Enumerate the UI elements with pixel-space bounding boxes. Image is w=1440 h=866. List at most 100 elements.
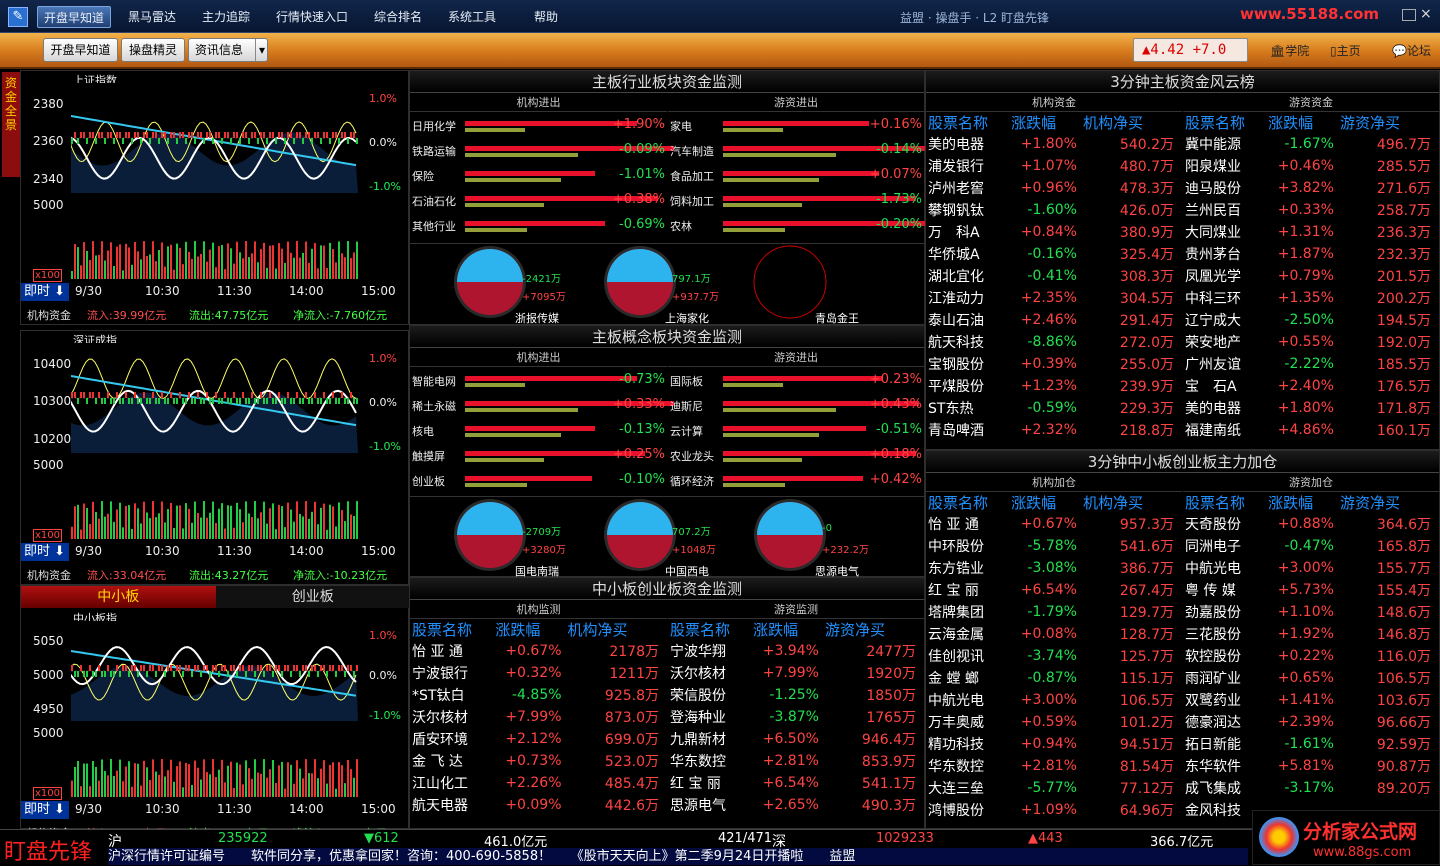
table-row[interactable]: 冀中能源 -1.67% 496.7万 [1183,133,1439,155]
sector-row[interactable]: 云计算 -0.51% [668,419,924,444]
stock-name[interactable]: 中环股份 [926,535,1009,557]
stock-name[interactable]: 雨润矿业 [1183,667,1266,689]
menu-item-open-know[interactable]: 开盘早知道 [37,6,112,28]
col-header[interactable]: 游资净买 [1338,111,1439,133]
table-row[interactable]: 中科三环 +1.35% 200.2万 [1183,287,1439,309]
chevron-down-icon[interactable]: ▾ [254,39,265,61]
menu-item-quick-entry[interactable]: 行情快速入口 [270,6,354,28]
table-row[interactable]: 怡 亚 通 +0.67% 957.3万 [926,513,1182,535]
academy-link[interactable]: 🏛学院 [1270,42,1309,59]
stock-name[interactable]: 怡 亚 通 [410,640,493,662]
stock-name[interactable]: 宁波银行 [410,662,493,684]
table-row[interactable]: 怡 亚 通 +0.67% 2178万 [410,640,667,662]
table-row[interactable]: 辽宁成大 -2.50% 194.5万 [1183,309,1439,331]
stock-name[interactable]: 沃尔核材 [668,662,751,684]
table-row[interactable]: 中环股份 -5.78% 541.6万 [926,535,1182,557]
stock-name[interactable]: 中航光电 [1183,557,1266,579]
col-header[interactable]: 机构净买 [1081,111,1182,133]
menu-item-ranking[interactable]: 综合排名 [368,6,428,28]
stock-name[interactable]: 福建南纸 [1183,419,1266,441]
table-row[interactable]: 泰山石油 +2.46% 291.4万 [926,309,1182,331]
col-header[interactable]: 游资净买 [1338,491,1439,513]
table-row[interactable]: 登海种业 -3.87% 1765万 [668,706,924,728]
table-row[interactable]: 江山化工 +2.26% 485.4万 [410,772,667,794]
table-row[interactable]: 荣安地产 +0.55% 192.0万 [1183,331,1439,353]
trade-genie-button[interactable]: 操盘精灵 [121,38,185,62]
sector-row[interactable]: 保险 -1.01% [410,164,667,189]
table-row[interactable]: 兰州民百 +0.33% 258.7万 [1183,199,1439,221]
sector-row[interactable]: 铁路运输 -0.09% [410,139,674,164]
stock-name[interactable]: 平煤股份 [926,375,1009,397]
menu-item-system-tools[interactable]: 系统工具 [442,6,502,28]
tab-sme[interactable]: 中小板 [21,586,216,608]
stock-name[interactable]: 大连三垒 [926,777,1009,799]
stock-name[interactable]: 中航光电 [926,689,1009,711]
stock-name[interactable]: 德豪润达 [1183,711,1266,733]
stock-name[interactable]: 思源电气 [668,794,751,816]
table-row[interactable]: 金 飞 达 +0.73% 523.0万 [410,750,667,772]
table-row[interactable]: 迪马股份 +3.82% 271.6万 [1183,177,1439,199]
sector-row[interactable]: 石油石化 +0.38% [410,189,667,214]
table-row[interactable]: 福建南纸 +4.86% 160.1万 [1183,419,1439,441]
stock-name[interactable]: 怡 亚 通 [926,513,1009,535]
table-row[interactable]: 德豪润达 +2.39% 96.66万 [1183,711,1439,733]
stock-name[interactable]: 泰山石油 [926,309,1009,331]
sector-row[interactable]: 日用化学 +1.90% [410,114,667,139]
table-row[interactable]: 贵州茅台 +1.87% 232.3万 [1183,243,1439,265]
stock-name[interactable]: 迪马股份 [1183,177,1266,199]
table-row[interactable]: ST东热 -0.59% 229.3万 [926,397,1182,419]
stock-name[interactable]: 广州友谊 [1183,353,1266,375]
table-row[interactable]: 泸州老窖 +0.96% 478.3万 [926,177,1182,199]
stock-name[interactable]: 红 宝 丽 [926,579,1009,601]
col-header[interactable]: 涨跌幅 [1266,491,1338,513]
period-button[interactable]: 即时 ⬇ [21,543,69,561]
table-row[interactable]: 平煤股份 +1.23% 239.9万 [926,375,1182,397]
sector-row[interactable]: 核电 -0.13% [410,419,667,444]
table-row[interactable]: 荣信股份 -1.25% 1850万 [668,684,924,706]
sector-row[interactable]: 触摸屏 +0.25% [410,444,667,469]
col-header[interactable]: 涨跌幅 [751,618,823,640]
menu-item-dark-horse[interactable]: 黑马雷达 [122,6,182,28]
table-row[interactable]: 沃尔核材 +7.99% 1920万 [668,662,924,684]
pie-stock[interactable]: 浙报传媒 [515,310,559,326]
col-header[interactable]: 股票名称 [1183,111,1266,133]
table-row[interactable]: 华东数控 +2.81% 853.9万 [668,750,924,772]
stock-name[interactable]: 东方锆业 [926,557,1009,579]
col-header[interactable]: 股票名称 [926,111,1009,133]
col-header[interactable]: 股票名称 [926,491,1009,513]
stock-name[interactable]: 天奇股份 [1183,513,1266,535]
sector-row[interactable]: 循环经济 +0.42% [668,469,924,494]
stock-name[interactable]: 阳泉煤业 [1183,155,1266,177]
table-row[interactable]: 同洲电子 -0.47% 165.8万 [1183,535,1439,557]
table-row[interactable]: 拓日新能 -1.61% 92.59万 [1183,733,1439,755]
stock-name[interactable]: 中科三环 [1183,287,1266,309]
col-header[interactable]: 股票名称 [410,618,493,640]
stock-name[interactable]: 三花股份 [1183,623,1266,645]
stock-name[interactable]: 贵州茅台 [1183,243,1266,265]
news-ticker[interactable]: 沪深行情许可证编号 软件同分享，优惠拿回家！咨询：400-690-5858！ 《… [108,848,1248,865]
open-know-button[interactable]: 开盘早知道 [43,38,118,62]
table-row[interactable]: 雨润矿业 +0.65% 106.5万 [1183,667,1439,689]
table-row[interactable]: 大连三垒 -5.77% 77.12万 [926,777,1182,799]
col-header[interactable]: 涨跌幅 [1009,111,1081,133]
table-row[interactable]: 思源电气 +2.65% 490.3万 [668,794,924,816]
period-button[interactable]: 即时 ⬇ [21,283,69,301]
pie-stock[interactable]: 上海家化 [665,310,709,326]
pie-stock[interactable]: 青岛金王 [815,310,859,326]
table-row[interactable]: 成飞集成 -3.17% 89.20万 [1183,777,1439,799]
sector-row[interactable]: 其他行业 -0.69% [410,214,667,239]
stock-name[interactable]: 成飞集成 [1183,777,1266,799]
table-row[interactable]: 粤 传 媒 +5.73% 155.4万 [1183,579,1439,601]
stock-name[interactable]: 江淮动力 [926,287,1009,309]
stock-name[interactable]: 青岛啤酒 [926,419,1009,441]
table-row[interactable]: 宝钢股份 +0.39% 255.0万 [926,353,1182,375]
sector-row[interactable]: 农业龙头 +0.18% [668,444,924,469]
table-row[interactable]: 青岛啤酒 +2.32% 218.8万 [926,419,1182,441]
sector-row[interactable]: 国际板 +0.23% [668,369,924,394]
menu-item-help[interactable]: 帮助 [528,6,564,28]
table-row[interactable]: 三花股份 +1.92% 146.8万 [1183,623,1439,645]
table-row[interactable]: 中航光电 +3.00% 155.7万 [1183,557,1439,579]
news-button[interactable]: 资讯信息 ▾ [188,38,268,62]
col-header[interactable]: 股票名称 [1183,491,1266,513]
table-row[interactable]: 东方锆业 -3.08% 386.7万 [926,557,1182,579]
